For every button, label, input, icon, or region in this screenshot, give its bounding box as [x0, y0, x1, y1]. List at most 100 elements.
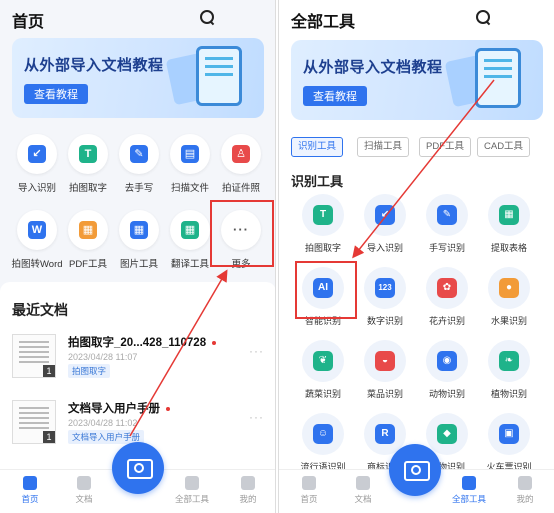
text-glyph: T [79, 145, 97, 163]
tab-all-tools[interactable]: 全部工具 [172, 476, 212, 505]
document-name-text: 拍图取字_20...428_110728 [68, 337, 207, 349]
import-glyph: ↙ [28, 145, 46, 163]
filter-pdf-tools[interactable]: PDF工具 [419, 137, 472, 157]
document-icon [196, 46, 242, 106]
tool-dish-recognize[interactable]: ◒ 菜品识别 [355, 340, 415, 400]
document-date: 2023/04/28 11:07 [68, 352, 138, 362]
tool-remove-handwriting[interactable]: ✎ 去手写 [112, 134, 166, 194]
tool-scan-file[interactable]: ▤ 扫描文件 [163, 134, 217, 194]
tool-animal-recognize[interactable]: ◉ 动物识别 [417, 340, 477, 400]
tutorial-banner[interactable]: 从外部导入文档教程 查看教程 [12, 38, 264, 118]
search-icon[interactable] [199, 9, 215, 25]
tool-photo-text[interactable]: T 拍图取字 [293, 194, 353, 254]
filter-cad-tools[interactable]: CAD工具 [477, 137, 531, 157]
tool-label: 拍图转Word [11, 259, 63, 270]
document-name: 拍图取字_20...428_110728 [68, 334, 217, 350]
home-topbar: 首页 [0, 0, 275, 36]
filter-scan-tools[interactable]: 扫描工具 [357, 137, 410, 157]
highlight-box [210, 200, 274, 267]
word-icon: W [17, 210, 57, 250]
camera-button[interactable] [112, 442, 164, 494]
profile-icon [241, 476, 255, 490]
tool-id-photo[interactable]: ♙ 拍证件照 [214, 134, 268, 194]
document-name: 文档导入用户手册 [68, 400, 170, 416]
home-screen: 首页 从外部导入文档教程 查看教程 ↙ 导入识别 T 拍图取字 ✎ 去手写 ▤ … [0, 0, 276, 513]
camera-button[interactable] [389, 444, 441, 496]
filter-recognition-tools[interactable]: 识别工具 [291, 137, 344, 157]
plant-icon: ❧ [488, 340, 530, 382]
tool-handwriting-recognize[interactable]: ✎ 手写识别 [417, 194, 477, 254]
tool-vegetable-recognize[interactable]: ❦ 蔬菜识别 [293, 340, 353, 400]
tab-home[interactable]: 首页 [289, 476, 329, 505]
tool-import-recognize[interactable]: ↙ 导入识别 [355, 194, 415, 254]
tool-photo-to-word[interactable]: W 拍图转Word [10, 210, 64, 270]
tool-pdf[interactable]: ▦ PDF工具 [61, 210, 115, 270]
tool-label: 提取表格 [490, 243, 527, 253]
animal-icon: ◆ [426, 413, 468, 455]
tool-label: 导入识别 [17, 183, 56, 194]
tab-mine[interactable]: 我的 [228, 476, 268, 505]
flower-glyph: ✿ [437, 278, 457, 298]
tool-train-ticket-recognize[interactable]: ▣ 火车票识别 [479, 413, 539, 473]
tool-extract-table[interactable]: ▦ 提取表格 [479, 194, 539, 254]
tool-label: 动物识别 [428, 389, 465, 399]
tool-flower-recognize[interactable]: ✿ 花卉识别 [417, 267, 477, 327]
view-tutorial-button[interactable]: 查看教程 [24, 84, 88, 104]
tool-slang-recognize[interactable]: ☺ 流行语识别 [293, 413, 353, 473]
tab-label: 首页 [21, 494, 39, 504]
translate-glyph: ▦ [181, 221, 199, 239]
import-icon: ↙ [17, 134, 57, 174]
tab-home[interactable]: 首页 [10, 476, 50, 505]
tool-label: 导入识别 [366, 243, 403, 253]
tool-image[interactable]: ▦ 图片工具 [112, 210, 166, 270]
tab-documents[interactable]: 文档 [343, 476, 383, 505]
tool-number-recognize[interactable]: 123 数字识别 [355, 267, 415, 327]
tools-icon [185, 476, 199, 490]
tool-import-recognize[interactable]: ↙ 导入识别 [10, 134, 64, 194]
slang-icon: ☺ [302, 413, 344, 455]
tool-label: 拍证件照 [221, 183, 260, 194]
all-tools-screen: 全部工具 从外部导入文档教程 查看教程 识别工具 扫描工具 PDF工具 CAD工… [278, 0, 554, 513]
document-name-text: 文档导入用户手册 [68, 403, 160, 415]
dish-icon: ◒ [364, 340, 406, 382]
view-tutorial-button[interactable]: 查看教程 [303, 86, 367, 106]
text-icon: T [302, 194, 344, 236]
tool-label: 图片工具 [119, 259, 158, 270]
animal-glyph: ◉ [437, 351, 457, 371]
translate-icon: ▦ [170, 210, 210, 250]
tool-photo-text[interactable]: T 拍图取字 [61, 134, 115, 194]
highlight-box [295, 261, 357, 319]
search-icon[interactable] [475, 9, 491, 25]
text-icon: T [68, 134, 108, 174]
tab-documents[interactable]: 文档 [64, 476, 104, 505]
word-glyph: W [28, 221, 46, 239]
tab-label: 全部工具 [451, 494, 486, 504]
banner-title: 从外部导入文档教程 [303, 59, 443, 76]
plant-glyph: ❧ [499, 351, 519, 371]
vegetable-icon: ❦ [302, 340, 344, 382]
pdf-glyph: ▦ [79, 221, 97, 239]
document-icon [77, 476, 91, 490]
document-thumbnail: 1 [12, 334, 56, 378]
more-options-icon[interactable]: ··· [249, 344, 264, 358]
eraser-icon: ✎ [119, 134, 159, 174]
image-icon: ▦ [119, 210, 159, 250]
more-options-icon[interactable]: ··· [249, 410, 264, 424]
tutorial-banner[interactable]: 从外部导入文档教程 查看教程 [291, 40, 543, 120]
tool-translate[interactable]: ▦ 翻译工具 [163, 210, 217, 270]
home-icon [23, 476, 37, 490]
tool-fruit-recognize[interactable]: ● 水果识别 [479, 267, 539, 327]
import-icon: ↙ [364, 194, 406, 236]
handwriting-icon: ✎ [426, 194, 468, 236]
tab-label: 全部工具 [174, 494, 209, 504]
tools-topbar: 全部工具 [279, 0, 554, 36]
document-item[interactable]: 1 拍图取字_20...428_110728 2023/04/28 11:07 … [12, 334, 264, 390]
document-icon [475, 48, 521, 108]
tab-all-tools[interactable]: 全部工具 [449, 476, 489, 505]
table-glyph: ▦ [499, 205, 519, 225]
trademark-glyph: R [375, 424, 395, 444]
document-tag: 拍图取字 [68, 364, 111, 378]
unread-dot [212, 340, 217, 345]
tab-mine[interactable]: 我的 [505, 476, 545, 505]
tool-plant-recognize[interactable]: ❧ 植物识别 [479, 340, 539, 400]
